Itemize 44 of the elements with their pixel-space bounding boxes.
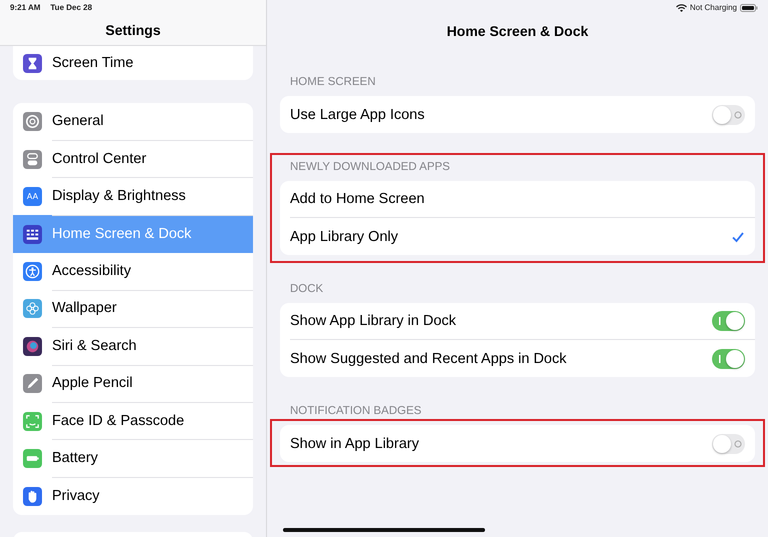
page-title: Home Screen & Dock xyxy=(446,23,590,41)
settings-row[interactable]: Show Suggested and Recent Apps in Dock xyxy=(290,340,755,377)
toggle-switch[interactable] xyxy=(712,104,745,124)
section-header: NEWLY DOWNLOADED APPS xyxy=(289,160,451,174)
orb-icon xyxy=(23,336,42,356)
sidebar-item[interactable]: Control Center xyxy=(13,140,253,178)
app-grid-icon xyxy=(23,224,42,244)
toggle-switch[interactable] xyxy=(712,348,745,368)
sidebar-item[interactable]: Battery xyxy=(13,440,253,478)
status-time: 9:21 AM xyxy=(10,3,40,12)
accessibility-icon xyxy=(23,262,42,281)
section-header: NOTIFICATION BADGES xyxy=(289,404,422,418)
pencil-icon xyxy=(23,374,42,394)
battery-icon xyxy=(740,4,758,12)
battery-icon xyxy=(23,449,42,468)
toggle-switch[interactable] xyxy=(712,311,745,331)
hourglass-icon xyxy=(23,54,42,72)
sidebar-item[interactable]: Face ID & Passcode xyxy=(13,402,253,440)
face-scan-icon xyxy=(23,412,42,431)
off-mark-icon xyxy=(734,440,742,448)
off-mark-icon xyxy=(734,110,742,118)
settings-row[interactable]: Use Large App Icons xyxy=(290,96,755,133)
wifi-icon xyxy=(676,4,687,12)
settings-row[interactable]: Show App Library in Dock xyxy=(290,303,755,340)
sidebar-item[interactable]: Screen Time xyxy=(13,46,253,80)
section-header: DOCK xyxy=(289,282,324,296)
sidebar-item[interactable]: General xyxy=(13,103,253,140)
toggle-switch[interactable] xyxy=(712,434,745,454)
gear-icon xyxy=(23,112,42,132)
sidebar-item[interactable]: Wallpaper xyxy=(13,290,253,328)
settings-row[interactable]: App Library Only xyxy=(290,218,755,255)
text-size-icon: AA xyxy=(23,187,42,206)
flower-icon xyxy=(23,299,42,318)
hand-icon xyxy=(23,486,42,506)
sidebar-item[interactable]: Privacy xyxy=(13,477,253,515)
sidebar-title: Settings xyxy=(104,22,162,38)
section-header: HOME SCREEN xyxy=(289,75,377,89)
switches-icon xyxy=(23,150,42,169)
status-date: Tue Dec 28 xyxy=(50,3,92,12)
sidebar-item[interactable]: Apple Pencil xyxy=(13,365,253,402)
charging-status: Not Charging xyxy=(690,3,737,12)
sidebar-item[interactable]: Accessibility xyxy=(13,252,253,290)
sidebar-item[interactable]: Siri & Search xyxy=(13,328,253,366)
settings-row[interactable]: Add to Home Screen xyxy=(290,181,755,218)
